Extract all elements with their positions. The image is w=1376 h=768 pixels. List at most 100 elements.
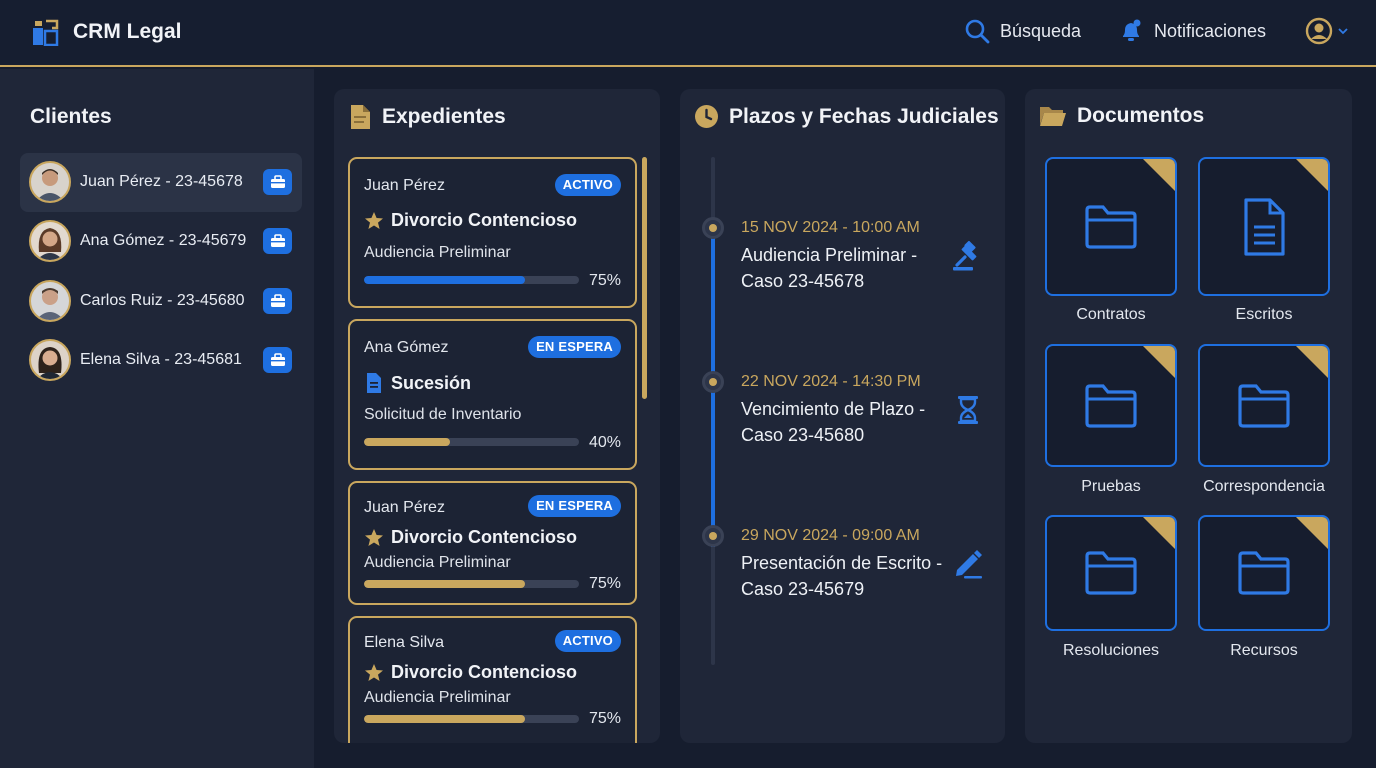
file-icon — [351, 105, 370, 129]
event-description: Audiencia Preliminar - Caso 23-45678 — [741, 242, 951, 294]
progress-fill — [364, 276, 526, 284]
folder-corner — [1295, 346, 1328, 379]
clock-icon — [695, 105, 718, 128]
status-badge: EN ESPERA — [528, 336, 621, 358]
briefcase-icon — [270, 294, 285, 307]
event-case: Caso 23-45680 — [741, 425, 865, 445]
expediente-card[interactable]: Juan Pérez EN ESPERA Divorcio Contencios… — [348, 481, 637, 605]
star-icon — [365, 211, 383, 229]
briefcase-icon — [270, 353, 285, 366]
expediente-stage: Audiencia Preliminar — [364, 244, 511, 261]
folder-label: Resoluciones — [1062, 642, 1160, 659]
expediente-type-label: Divorcio Contencioso — [391, 527, 578, 547]
event-case: Caso 23-45679 — [741, 579, 865, 599]
event-description: Vencimiento de Plazo - Caso 23-45680 — [741, 396, 951, 448]
progress-bar — [364, 276, 579, 284]
user-menu[interactable] — [1305, 17, 1349, 45]
panel-title: Plazos y Fechas Judiciales — [729, 104, 999, 128]
pen-icon — [956, 550, 982, 579]
document-icon — [1244, 197, 1285, 256]
bell-icon — [1123, 19, 1141, 41]
folder-label: Recursos — [1230, 642, 1298, 659]
star-icon — [365, 663, 383, 681]
expediente-card[interactable]: Juan Pérez ACTIVO Divorcio Contencioso A… — [348, 157, 637, 308]
event-title: Presentación de Escrito - — [741, 553, 943, 573]
event-date: 22 NOV 2024 - 14:30 PM — [741, 373, 921, 390]
client-item-juan-perez[interactable]: Juan Pérez - 23-45678 — [20, 153, 302, 212]
search-label: Búsqueda — [1000, 20, 1082, 41]
panel-title: Documentos — [1077, 104, 1205, 127]
expedientes-panel: Expedientes Juan Pérez ACTIVO Divorcio C… — [334, 89, 660, 743]
avatar — [29, 280, 71, 322]
expediente-card[interactable]: Elena Silva ACTIVO Divorcio Contencioso … — [348, 616, 637, 743]
documentos-panel: Documentos Contratos Escritos Pruebas Co… — [1025, 89, 1352, 743]
folder-corner — [1295, 517, 1328, 550]
folder-escritos[interactable] — [1198, 157, 1330, 296]
progress-bar — [364, 580, 579, 588]
client-item-elena-silva[interactable]: Elena Silva - 23-45681 — [20, 331, 302, 390]
scrollbar[interactable] — [642, 157, 647, 399]
folder-corner — [1295, 159, 1328, 192]
panel-title: Expedientes — [382, 105, 506, 128]
progress-bar — [364, 438, 579, 446]
progress-label: 40% — [588, 434, 621, 451]
event-description: Presentación de Escrito - Caso 23-45679 — [741, 550, 951, 602]
chevron-down-icon — [1338, 28, 1348, 35]
top-bar: CRM Legal Búsqueda Notificaciones — [0, 0, 1376, 67]
timeline-dot — [702, 371, 724, 393]
folder-pruebas[interactable] — [1045, 344, 1177, 467]
avatar — [29, 220, 71, 262]
client-name: Carlos Ruiz - 23-45680 — [80, 292, 245, 309]
folder-resoluciones[interactable] — [1045, 515, 1177, 631]
client-name: Juan Pérez - 23-45678 — [80, 173, 243, 190]
folder-icon — [1085, 204, 1137, 249]
expediente-card[interactable]: Ana Gómez EN ESPERA Sucesión Solicitud d… — [348, 319, 637, 470]
sidebar-title: Clientes — [30, 105, 112, 128]
folder-label: Contratos — [1076, 306, 1146, 323]
briefcase-icon — [270, 175, 285, 188]
hourglass-icon — [958, 396, 978, 424]
briefcase-button[interactable] — [263, 347, 292, 373]
expediente-type: Divorcio Contencioso — [364, 210, 577, 231]
progress-bar — [364, 715, 579, 723]
event-date: 29 NOV 2024 - 09:00 AM — [741, 527, 920, 544]
expediente-stage: Audiencia Preliminar — [364, 689, 511, 706]
briefcase-button[interactable] — [263, 169, 292, 195]
folder-correspondencia[interactable] — [1198, 344, 1330, 467]
notifications-button[interactable]: Notificaciones — [1118, 18, 1266, 44]
document-icon — [367, 373, 381, 393]
folder-recursos[interactable] — [1198, 515, 1330, 631]
progress-label: 75% — [588, 575, 621, 592]
expediente-stage: Audiencia Preliminar — [364, 554, 511, 571]
avatar — [29, 161, 71, 203]
expediente-type-label: Divorcio Contencioso — [391, 662, 578, 682]
briefcase-button[interactable] — [263, 228, 292, 254]
briefcase-button[interactable] — [263, 288, 292, 314]
client-item-carlos-ruiz[interactable]: Carlos Ruiz - 23-45680 — [20, 272, 302, 331]
expediente-type: Divorcio Contencioso — [364, 527, 577, 548]
expediente-type-label: Sucesión — [391, 372, 472, 393]
client-name: Elena Silva - 23-45681 — [80, 351, 242, 368]
folder-label: Escritos — [1235, 306, 1293, 323]
folder-icon — [1238, 551, 1290, 595]
event-title: Audiencia Preliminar - — [741, 245, 918, 265]
folder-corner — [1142, 517, 1175, 550]
status-badge: ACTIVO — [554, 630, 621, 652]
progress-fill — [364, 580, 526, 588]
notifications-label: Notificaciones — [1154, 20, 1267, 41]
expediente-client: Juan Pérez — [364, 177, 445, 194]
folder-contratos[interactable] — [1045, 157, 1177, 296]
status-badge: EN ESPERA — [528, 495, 621, 517]
event-case: Caso 23-45678 — [741, 271, 865, 291]
expediente-type: Sucesión — [364, 372, 471, 394]
progress-fill — [364, 438, 450, 446]
folder-corner — [1142, 159, 1175, 192]
app-title: CRM Legal — [73, 20, 182, 43]
expedientes-header: Expedientes — [348, 104, 506, 130]
search-button[interactable]: Búsqueda — [964, 18, 1081, 44]
client-item-ana-gomez[interactable]: Ana Gómez - 23-45679 — [20, 212, 302, 271]
folder-label: Pruebas — [1081, 478, 1141, 495]
progress-fill — [364, 715, 526, 723]
expediente-stage: Solicitud de Inventario — [364, 406, 522, 423]
progress-label: 75% — [588, 272, 621, 289]
